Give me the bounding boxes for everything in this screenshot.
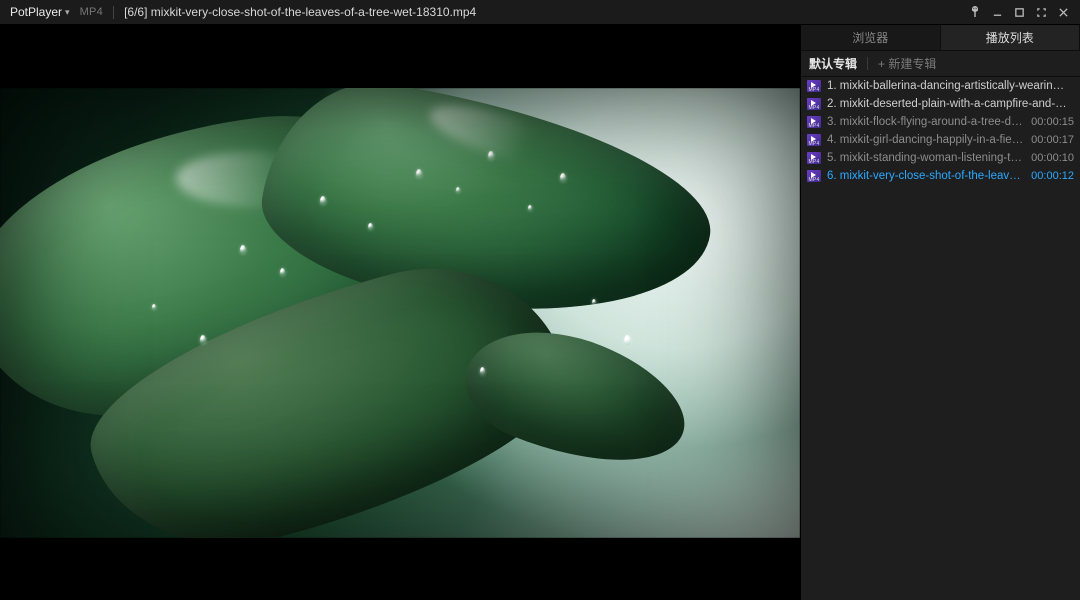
playlist-item-name: 5. mixkit-standing-woman-listening-to-m.… (827, 152, 1025, 164)
playlist-item[interactable]: 6. mixkit-very-close-shot-of-the-leaves-… (801, 167, 1080, 185)
playlist-item[interactable]: 5. mixkit-standing-woman-listening-to-m.… (801, 149, 1080, 167)
minimize-button[interactable] (986, 0, 1008, 25)
album-bar: 默认专辑 + 新建专辑 (801, 51, 1080, 77)
tab-browser[interactable]: 浏览器 (801, 25, 940, 50)
pin-icon[interactable] (964, 0, 986, 25)
maximize-button[interactable] (1008, 0, 1030, 25)
album-default[interactable]: 默认专辑 (809, 55, 857, 72)
file-title: [6/6] mixkit-very-close-shot-of-the-leav… (124, 5, 476, 19)
playlist-item[interactable]: 1. mixkit-ballerina-dancing-artistically… (801, 77, 1080, 95)
playlist-item[interactable]: 4. mixkit-girl-dancing-happily-in-a-fiel… (801, 131, 1080, 149)
playlist-item-duration: 00:00:17 (1031, 134, 1074, 146)
file-type-icon (807, 116, 821, 128)
playlist-item-name: 4. mixkit-girl-dancing-happily-in-a-fiel… (827, 134, 1025, 146)
album-separator (867, 57, 868, 70)
format-badge: MP4 (80, 6, 104, 18)
file-type-icon (807, 170, 821, 182)
album-new-button[interactable]: + 新建专辑 (878, 55, 936, 72)
file-type-icon (807, 134, 821, 146)
playlist-item-duration: 00:00:15 (1031, 116, 1074, 128)
file-type-icon (807, 152, 821, 164)
playlist-item-name: 6. mixkit-very-close-shot-of-the-leaves-… (827, 170, 1025, 182)
tab-playlist[interactable]: 播放列表 (940, 25, 1080, 50)
playlist: 1. mixkit-ballerina-dancing-artistically… (801, 77, 1080, 600)
playlist-item-duration: 00:00:12 (1031, 170, 1074, 182)
playlist-item-name: 2. mixkit-deserted-plain-with-a-campfire… (827, 98, 1068, 110)
sidebar: 浏览器 播放列表 默认专辑 + 新建专辑 1. mixkit-ballerina… (800, 25, 1080, 600)
titlebar-separator (113, 6, 114, 19)
playlist-item-duration: 00:00:10 (1031, 152, 1074, 164)
file-type-icon (807, 80, 821, 92)
fullscreen-button[interactable] (1030, 0, 1052, 25)
app-name-button[interactable]: PotPlayer (10, 5, 62, 19)
chevron-down-icon[interactable]: ▾ (65, 7, 70, 18)
video-area[interactable] (0, 25, 800, 600)
video-frame (0, 88, 800, 538)
playlist-item[interactable]: 3. mixkit-flock-flying-around-a-tree-dur… (801, 113, 1080, 131)
playlist-item-name: 3. mixkit-flock-flying-around-a-tree-dur… (827, 116, 1025, 128)
main-area: 浏览器 播放列表 默认专辑 + 新建专辑 1. mixkit-ballerina… (0, 25, 1080, 600)
file-type-icon (807, 98, 821, 110)
playlist-item-name: 1. mixkit-ballerina-dancing-artistically… (827, 80, 1068, 92)
sidebar-tabs: 浏览器 播放列表 (801, 25, 1080, 51)
close-button[interactable] (1052, 0, 1074, 25)
playlist-item[interactable]: 2. mixkit-deserted-plain-with-a-campfire… (801, 95, 1080, 113)
titlebar: PotPlayer ▾ MP4 [6/6] mixkit-very-close-… (0, 0, 1080, 25)
